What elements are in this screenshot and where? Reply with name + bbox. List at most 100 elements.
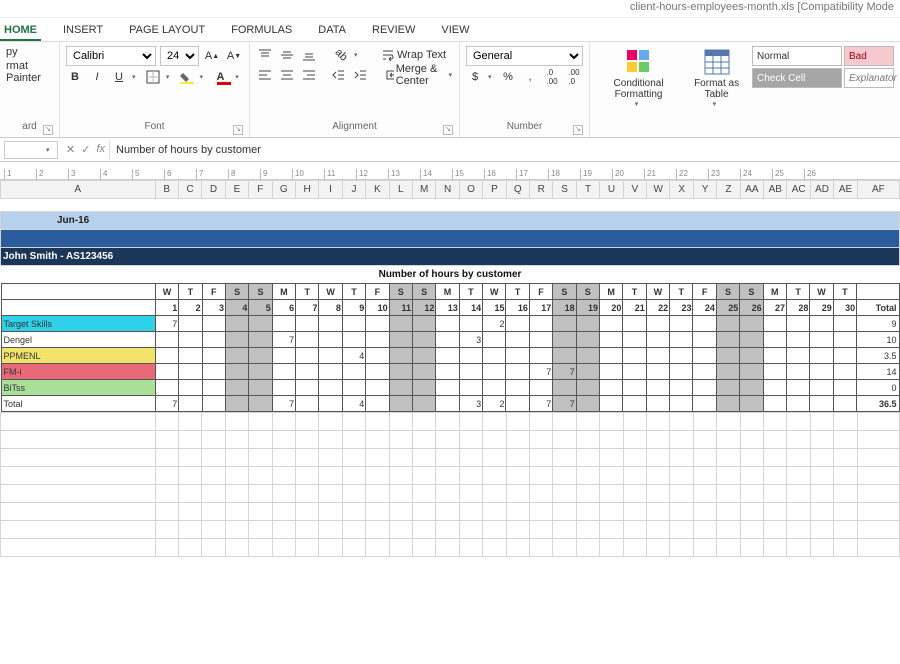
name-box[interactable]: ▾ — [4, 141, 58, 159]
borders-button[interactable] — [144, 68, 162, 86]
align-right-button[interactable] — [300, 66, 318, 84]
align-left-button[interactable] — [256, 66, 274, 84]
col-header[interactable]: O — [459, 181, 482, 199]
format-table-icon — [703, 48, 731, 76]
font-size-select[interactable]: 24 — [160, 46, 199, 66]
tab-insert[interactable]: INSERT — [59, 22, 107, 41]
col-header[interactable]: R — [530, 181, 553, 199]
col-header[interactable]: K — [366, 181, 389, 199]
col-header[interactable]: T — [576, 181, 599, 199]
align-middle-button[interactable] — [278, 46, 296, 64]
font-color-swatch — [217, 82, 231, 85]
style-bad[interactable]: Bad — [844, 46, 894, 66]
col-header[interactable]: E — [225, 181, 248, 199]
align-center-button[interactable] — [278, 66, 296, 84]
month-cell[interactable]: Jun-16 — [1, 211, 900, 229]
wrap-text-button[interactable]: Wrap Text — [376, 46, 451, 64]
format-painter-button[interactable]: rmat Painter — [6, 60, 53, 84]
number-format-select[interactable]: General — [466, 46, 583, 66]
style-explanatory[interactable]: Explanator — [844, 68, 894, 88]
decrease-decimal-button[interactable]: .00.0 — [565, 68, 583, 86]
shrink-font-button[interactable]: A▼ — [225, 47, 243, 65]
column-headers: ABCDEFGHIJKLMNOPQRSTUVWXYZAAABACADAEAF — [0, 180, 900, 199]
col-header[interactable]: Z — [717, 181, 740, 199]
col-header[interactable]: P — [483, 181, 506, 199]
cell-styles-gallery[interactable]: Normal Bad Check Cell Explanator — [752, 46, 894, 88]
col-header[interactable]: D — [202, 181, 225, 199]
format-as-table-button[interactable]: Format as Table▾ — [685, 46, 748, 110]
borders-icon — [146, 70, 160, 84]
col-header[interactable]: I — [319, 181, 342, 199]
align-top-button[interactable] — [256, 46, 274, 64]
font-name-select[interactable]: Calibri — [66, 46, 156, 66]
increase-decimal-button[interactable]: .0.00 — [543, 68, 561, 86]
col-header[interactable]: AA — [740, 181, 763, 199]
worksheet[interactable]: Jun-16 John Smith - AS123456 Number of h… — [0, 201, 900, 412]
col-header[interactable]: AF — [857, 181, 899, 199]
col-header[interactable]: M — [412, 181, 435, 199]
tab-view[interactable]: VIEW — [437, 22, 473, 41]
accounting-format-button[interactable]: $ — [466, 68, 484, 86]
col-header[interactable]: L — [389, 181, 412, 199]
col-header[interactable]: AC — [787, 181, 810, 199]
style-normal[interactable]: Normal — [752, 46, 842, 66]
col-header[interactable]: F — [249, 181, 272, 199]
col-header[interactable]: Q — [506, 181, 529, 199]
increase-indent-button[interactable] — [351, 66, 369, 84]
font-launcher-icon[interactable]: ↘ — [233, 125, 243, 135]
comma-format-button[interactable]: , — [521, 68, 539, 86]
col-header[interactable]: U — [600, 181, 623, 199]
group-label-number: Number↘ — [466, 121, 583, 135]
group-label-clipboard: ard↘ — [6, 121, 53, 135]
col-header[interactable]: C — [178, 181, 201, 199]
formula-input[interactable]: Number of hours by customer — [109, 141, 900, 159]
orientation-button[interactable]: ab — [332, 46, 350, 64]
clipboard-launcher-icon[interactable]: ↘ — [43, 125, 53, 135]
col-header[interactable]: V — [623, 181, 646, 199]
hours-table[interactable]: WTFSSMTWTFSSMTWTFSSMTWTFSSMTWT1234567891… — [1, 283, 900, 412]
enter-formula-button[interactable]: ✓ — [81, 143, 90, 156]
col-header[interactable]: X — [670, 181, 693, 199]
col-header[interactable]: H — [295, 181, 318, 199]
tab-home[interactable]: HOME — [0, 22, 41, 41]
col-header[interactable]: AB — [764, 181, 787, 199]
tab-page-layout[interactable]: PAGE LAYOUT — [125, 22, 209, 41]
tab-review[interactable]: REVIEW — [368, 22, 419, 41]
merge-center-button[interactable]: Merge & Center — [381, 66, 445, 84]
employee-name-cell[interactable]: John Smith - AS123456 — [1, 247, 900, 265]
chevron-down-icon[interactable]: ▾ — [46, 146, 54, 154]
horizontal-ruler: 1234567891011121314151617181920212223242… — [0, 162, 900, 180]
fx-icon[interactable]: fx — [96, 143, 105, 156]
col-header[interactable]: W — [647, 181, 670, 199]
window-title: client-hours-employees-month.xls [Compat… — [0, 0, 900, 18]
col-header[interactable]: G — [272, 181, 295, 199]
wrap-icon — [381, 48, 395, 62]
ribbon-tabs: HOME INSERT PAGE LAYOUT FORMULAS DATA RE… — [0, 18, 900, 42]
col-header[interactable]: N — [436, 181, 459, 199]
col-header[interactable]: S — [553, 181, 576, 199]
col-header[interactable]: AD — [810, 181, 833, 199]
underline-button[interactable]: U — [110, 68, 128, 86]
tab-data[interactable]: DATA — [314, 22, 350, 41]
copy-button[interactable]: py — [6, 46, 18, 58]
align-bottom-button[interactable] — [300, 46, 318, 64]
col-header[interactable]: Y — [693, 181, 716, 199]
col-header[interactable]: J — [342, 181, 365, 199]
col-header[interactable]: AE — [834, 181, 857, 199]
number-launcher-icon[interactable]: ↘ — [573, 125, 583, 135]
alignment-launcher-icon[interactable]: ↘ — [443, 125, 453, 135]
italic-button[interactable]: I — [88, 68, 106, 86]
percent-format-button[interactable]: % — [499, 68, 517, 86]
col-header[interactable]: B — [155, 181, 178, 199]
col-header[interactable]: A — [1, 181, 156, 199]
style-check-cell[interactable]: Check Cell — [752, 68, 842, 88]
group-label-font: Font↘ — [66, 121, 243, 135]
grow-font-button[interactable]: A▲ — [203, 47, 221, 65]
bold-button[interactable]: B — [66, 68, 84, 86]
empty-grid[interactable] — [0, 412, 900, 557]
conditional-formatting-button[interactable]: Conditional Formatting▾ — [596, 46, 681, 110]
fill-color-button[interactable] — [178, 68, 196, 86]
tab-formulas[interactable]: FORMULAS — [227, 22, 296, 41]
decrease-indent-button[interactable] — [329, 66, 347, 84]
cancel-formula-button[interactable]: ✕ — [66, 143, 75, 156]
